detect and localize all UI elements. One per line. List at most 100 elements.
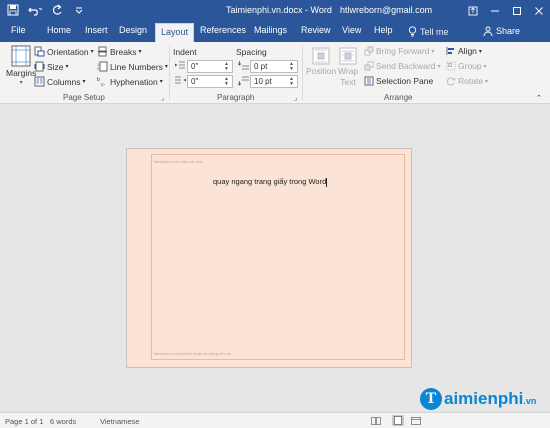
tab-review[interactable]: Review (301, 25, 331, 35)
page-setup-launcher-icon[interactable]: ⌟ (161, 94, 164, 102)
language-indicator[interactable]: Vietnamese (100, 417, 139, 426)
minimize-icon[interactable] (484, 0, 506, 22)
tab-layout[interactable]: Layout (155, 23, 195, 42)
bring-forward-label: Bring Forward (376, 46, 430, 56)
chevron-down-icon: ▾ (431, 48, 435, 55)
customize-icon[interactable] (72, 3, 86, 17)
rotate-icon (446, 77, 456, 86)
size-label: Size (47, 61, 64, 72)
chevron-down-icon: ▾ (164, 64, 168, 70)
margins-button[interactable]: Margins ▾ (6, 45, 36, 86)
page-setup-group-label: Page Setup (63, 93, 105, 102)
orientation-label: Orientation (47, 46, 89, 57)
chevron-down-icon: ▾ (485, 78, 489, 85)
spacing-before-field[interactable]: 0 pt ▲ ▼ (250, 60, 298, 73)
spacing-after-value: 10 pt (254, 77, 272, 86)
web-layout-icon[interactable] (410, 415, 422, 426)
tab-view[interactable]: View (342, 25, 361, 35)
chevron-down-icon: ▾ (159, 79, 163, 85)
size-button[interactable]: Size ▾ (34, 61, 69, 72)
maximize-icon[interactable] (506, 0, 528, 22)
hyphenation-button[interactable]: b c- Hyphenation ▾ (97, 76, 163, 88)
close-icon[interactable] (528, 0, 550, 22)
tell-me-search[interactable]: Tell me (408, 26, 449, 37)
redo-icon[interactable] (50, 3, 64, 17)
tab-file[interactable]: File (11, 25, 26, 35)
indent-left-value: 0" (191, 62, 199, 71)
spinner-arrows-icon[interactable]: ▲ ▼ (224, 61, 229, 72)
user-account[interactable]: htlwreborn@gmail.com (340, 5, 432, 15)
collapse-ribbon-icon[interactable]: ⌃ (536, 94, 542, 102)
margins-icon (11, 45, 31, 67)
body-text-content: quay ngang trang giấy trong Word (213, 177, 327, 186)
line-numbers-button[interactable]: 12 Line Numbers ▾ (97, 61, 168, 72)
group-button[interactable]: Group ▾ (446, 61, 487, 71)
document-body-text[interactable]: quay ngang trang giấy trong Word (213, 177, 328, 187)
ribbon-tab-bar: File Home Insert Design Layout Reference… (0, 22, 550, 42)
spacing-after-field[interactable]: 10 pt ▲ ▼ (250, 75, 298, 88)
spinner-arrows-icon[interactable]: ▲ ▼ (289, 76, 294, 87)
tab-home[interactable]: Home (47, 25, 71, 35)
columns-label: Columns (47, 76, 81, 87)
indent-right-field[interactable]: 0" ▲ ▼ (187, 75, 233, 88)
tab-help[interactable]: Help (374, 25, 393, 35)
orientation-icon (34, 46, 45, 57)
share-button[interactable]: Share (483, 26, 520, 36)
page-count[interactable]: Page 1 of 1 (5, 417, 43, 426)
spacing-after-icon (238, 76, 249, 86)
quick-access-toolbar (6, 3, 86, 17)
tab-design[interactable]: Design (119, 25, 147, 35)
selection-pane-icon (364, 76, 374, 86)
chevron-down-icon: ▾ (65, 64, 69, 70)
breaks-button[interactable]: Breaks ▾ (97, 46, 141, 57)
columns-icon (34, 76, 45, 87)
rotate-button[interactable]: Rotate ▾ (446, 76, 488, 86)
chevron-down-icon: ▾ (483, 63, 487, 70)
paragraph-group-label: Paragraph (217, 93, 255, 102)
print-layout-icon[interactable] (392, 415, 404, 426)
group-divider (302, 46, 303, 100)
taimienphi-logo-icon: T (420, 388, 442, 410)
orientation-button[interactable]: Orientation ▾ (34, 46, 94, 57)
indent-left-field[interactable]: 0" ▲ ▼ (187, 60, 233, 73)
send-backward-label: Send Backward (376, 61, 436, 71)
save-icon[interactable] (6, 3, 20, 17)
word-count[interactable]: 6 words (50, 417, 76, 426)
position-button[interactable]: Position (306, 47, 336, 76)
document-page[interactable]: Taimienphi.vn xin chào các bạn! quay nga… (126, 148, 412, 368)
indent-right-icon (175, 76, 186, 84)
chevron-down-icon: ▾ (90, 49, 94, 55)
spinner-arrows-icon[interactable]: ▲ ▼ (289, 61, 294, 72)
ribbon-display-icon[interactable] (462, 0, 484, 22)
align-button[interactable]: Align ▾ (446, 46, 482, 56)
tab-insert[interactable]: Insert (85, 25, 108, 35)
tab-mailings[interactable]: Mailings (254, 25, 287, 35)
tab-references[interactable]: References (200, 25, 246, 35)
rotate-label: Rotate (458, 76, 484, 86)
bring-forward-icon (364, 46, 374, 56)
indent-heading: Indent (173, 47, 197, 57)
page-footer-text: Taimienphi.vn chia sẻ thủ thuật văn phòn… (153, 352, 232, 356)
columns-button[interactable]: Columns ▾ (34, 76, 86, 87)
arrange-group-label: Arrange (384, 93, 413, 102)
svg-text:b: b (97, 77, 100, 83)
breaks-label: Breaks (110, 46, 137, 57)
margins-label: Margins (6, 68, 37, 78)
chevron-down-icon: ▾ (478, 48, 482, 55)
bring-forward-button[interactable]: Bring Forward ▾ (364, 46, 434, 56)
breaks-icon (98, 46, 107, 57)
group-divider (169, 46, 170, 100)
spacing-before-value: 0 pt (254, 62, 268, 71)
align-icon (446, 47, 454, 55)
watermark-brand: aimienphi (444, 389, 524, 408)
paragraph-launcher-icon[interactable]: ⌟ (294, 94, 297, 102)
wrap-text-button[interactable]: Wrap Text (338, 47, 358, 87)
selection-pane-button[interactable]: Selection Pane (364, 76, 433, 86)
ribbon-layout: Margins ▾ Orientation ▾ Size ▾ Columns ▾… (0, 42, 550, 104)
spinner-arrows-icon[interactable]: ▲ ▼ (224, 76, 229, 87)
page-header-text: Taimienphi.vn xin chào các bạn! (153, 160, 203, 164)
indent-left-icon (175, 61, 185, 69)
undo-icon[interactable] (28, 3, 42, 17)
read-mode-icon[interactable] (370, 415, 382, 426)
send-backward-button[interactable]: Send Backward ▾ (364, 61, 441, 71)
